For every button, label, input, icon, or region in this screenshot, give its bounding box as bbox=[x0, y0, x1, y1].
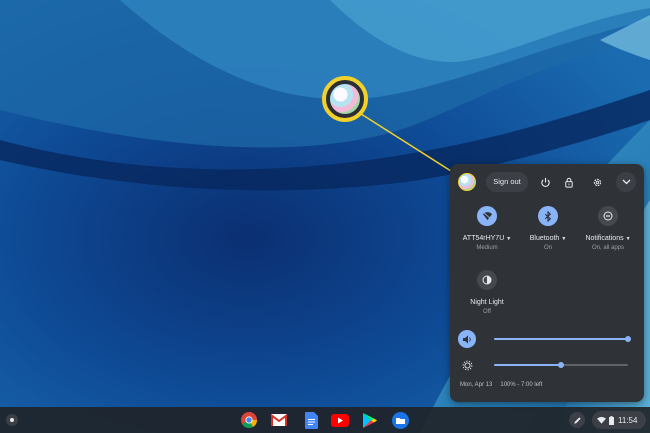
date-label[interactable]: Mon, Apr 13 bbox=[460, 382, 492, 388]
power-icon[interactable] bbox=[536, 173, 554, 191]
gear-icon[interactable] bbox=[588, 173, 606, 191]
battery-status: 100% - 7:00 left bbox=[500, 382, 543, 388]
brightness-icon[interactable] bbox=[458, 356, 476, 374]
files-icon[interactable] bbox=[391, 411, 409, 429]
brightness-slider[interactable] bbox=[494, 362, 628, 368]
notifications-label[interactable]: Notifications bbox=[585, 235, 623, 242]
shelf: 11:54 bbox=[0, 407, 650, 433]
night-light-status: Off bbox=[483, 309, 491, 315]
stylus-tools-button[interactable] bbox=[569, 412, 585, 428]
bluetooth-label[interactable]: Bluetooth bbox=[530, 235, 560, 242]
wifi-toggle[interactable]: ATT54rHY7U ▼ Medium bbox=[457, 206, 517, 251]
youtube-icon[interactable] bbox=[331, 411, 349, 429]
volume-slider-thumb[interactable] bbox=[625, 336, 631, 342]
night-light-icon[interactable] bbox=[477, 270, 497, 290]
bluetooth-icon[interactable] bbox=[538, 206, 558, 226]
sign-out-button[interactable]: Sign out bbox=[486, 172, 528, 192]
status-tray[interactable]: 11:54 bbox=[592, 411, 646, 429]
docs-icon[interactable] bbox=[302, 411, 320, 429]
bluetooth-status: On bbox=[543, 245, 552, 251]
notifications-toggle[interactable]: Notifications ▼ On, all apps bbox=[578, 206, 638, 251]
chevron-down-icon bbox=[622, 179, 630, 185]
gmail-icon[interactable] bbox=[270, 411, 288, 429]
play-store-icon[interactable] bbox=[361, 411, 379, 429]
pen-icon bbox=[573, 416, 581, 424]
brightness-slider-thumb[interactable] bbox=[558, 362, 564, 368]
caret-down-icon: ▼ bbox=[506, 236, 512, 242]
bluetooth-toggle[interactable]: Bluetooth ▼ On bbox=[518, 206, 578, 251]
wifi-status: Medium bbox=[476, 245, 498, 251]
quick-settings-footer: Mon, Apr 13 100% - 7:00 left bbox=[460, 382, 542, 388]
night-light-label: Night Light bbox=[470, 299, 504, 306]
battery-icon bbox=[609, 415, 614, 425]
callout-avatar-highlight bbox=[322, 76, 368, 122]
clock: 11:54 bbox=[618, 415, 638, 425]
do-not-disturb-icon[interactable] bbox=[598, 206, 618, 226]
wifi-status-icon bbox=[597, 416, 606, 424]
lock-icon[interactable] bbox=[560, 173, 578, 191]
caret-down-icon: ▼ bbox=[625, 236, 631, 242]
chrome-icon[interactable] bbox=[240, 411, 258, 429]
avatar bbox=[330, 84, 360, 114]
volume-icon[interactable] bbox=[458, 330, 476, 348]
volume-slider[interactable] bbox=[494, 336, 631, 342]
avatar[interactable] bbox=[458, 173, 476, 191]
wifi-icon[interactable] bbox=[477, 206, 497, 226]
quick-settings-header: Sign out bbox=[450, 164, 644, 199]
notifications-status: On, all apps bbox=[591, 245, 625, 251]
launcher-button[interactable] bbox=[6, 414, 18, 426]
volume-slider-row bbox=[458, 330, 638, 348]
collapse-button[interactable] bbox=[616, 172, 636, 192]
brightness-slider-row bbox=[458, 356, 638, 374]
caret-down-icon: ▼ bbox=[561, 236, 567, 242]
night-light-toggle[interactable]: Night Light Off bbox=[457, 270, 517, 315]
quick-settings-panel: Sign out ATT54rHY7U ▼ Medium Bluetooth ▼ O… bbox=[450, 164, 644, 402]
wifi-label[interactable]: ATT54rHY7U bbox=[463, 235, 505, 242]
